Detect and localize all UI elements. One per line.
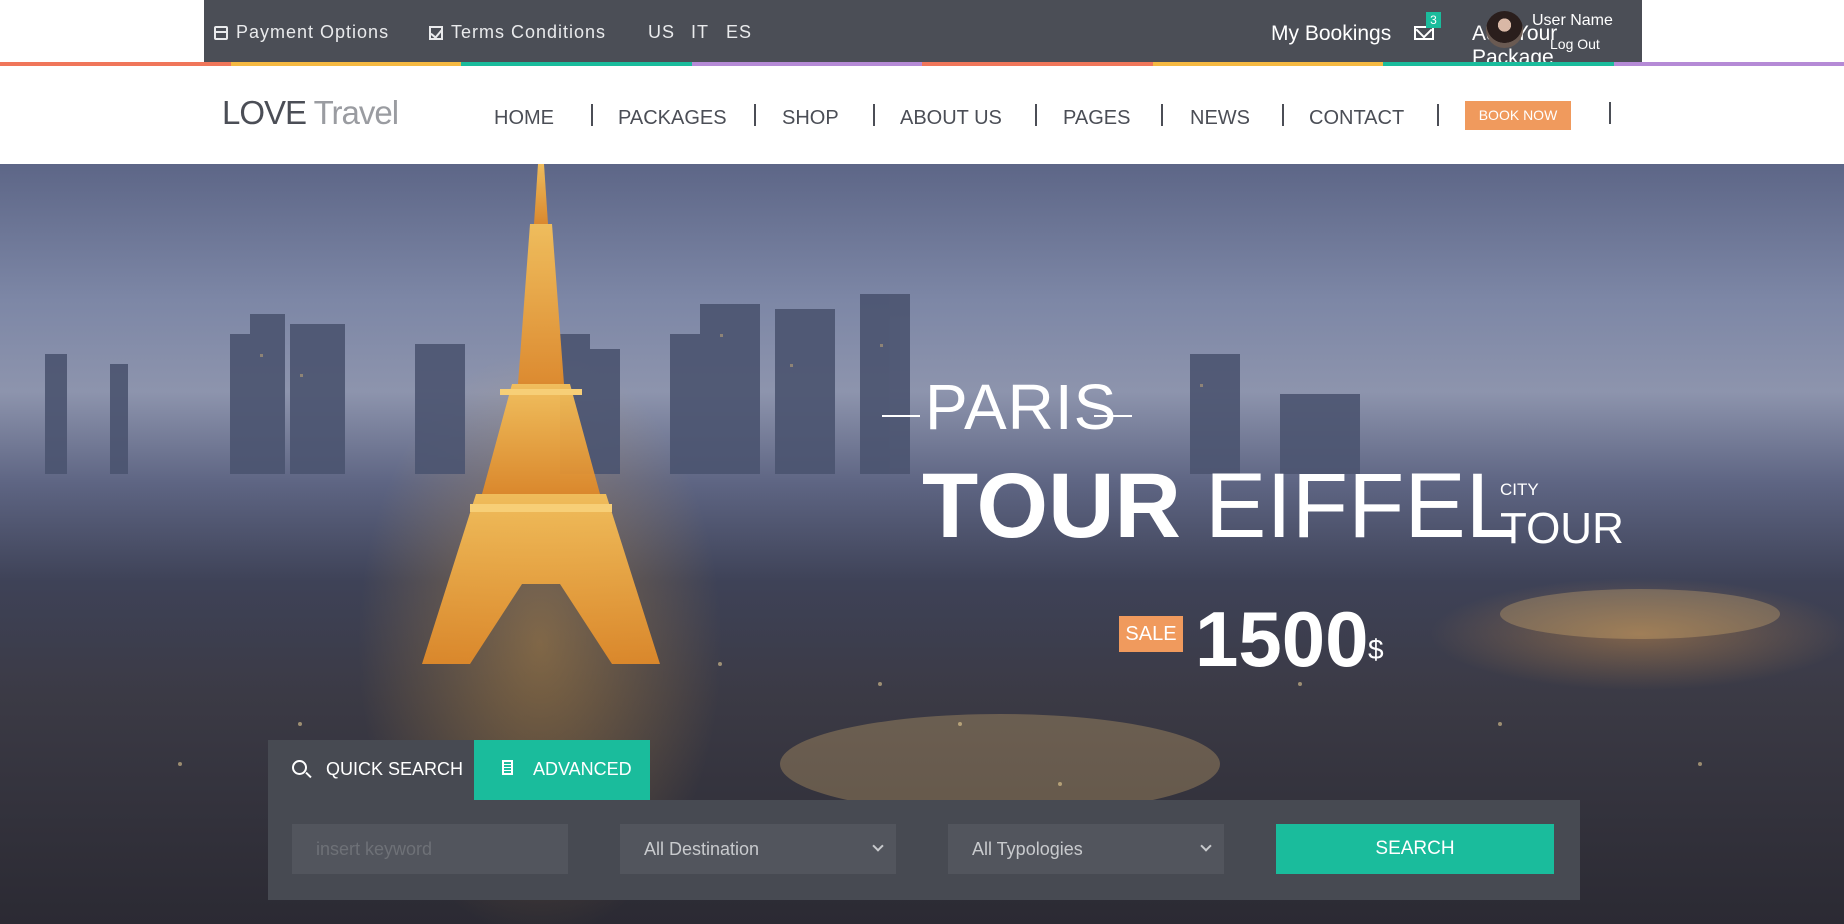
chevron-down-icon bbox=[1200, 840, 1212, 852]
tab-advanced-label: ADVANCED bbox=[533, 759, 632, 779]
nav-separator bbox=[1609, 102, 1611, 124]
hero-title-bold: TOUR bbox=[922, 455, 1181, 557]
destination-select[interactable]: All Destination bbox=[620, 824, 896, 874]
logo-part-love: LOVE bbox=[222, 94, 307, 131]
hero-subtitle-large: TOUR bbox=[1500, 504, 1624, 553]
language-es[interactable]: ES bbox=[726, 22, 752, 43]
nav-shop[interactable]: SHOP bbox=[782, 107, 839, 130]
mail-icon[interactable] bbox=[1414, 26, 1434, 40]
avatar[interactable] bbox=[1486, 11, 1523, 48]
document-icon bbox=[502, 760, 513, 775]
tab-advanced[interactable]: ADVANCED bbox=[474, 740, 650, 800]
nav-news[interactable]: NEWS bbox=[1190, 107, 1250, 130]
nav-home[interactable]: HOME bbox=[494, 107, 554, 130]
nav-separator bbox=[1437, 104, 1439, 126]
user-name: User Name bbox=[1532, 12, 1613, 29]
nav-separator bbox=[754, 104, 756, 126]
typology-select-value: All Typologies bbox=[972, 839, 1083, 859]
sale-badge: SALE bbox=[1119, 616, 1183, 652]
hero-title-light: EIFFEL bbox=[1205, 455, 1517, 557]
book-now-button[interactable]: BOOK NOW bbox=[1465, 101, 1571, 130]
keyword-input[interactable] bbox=[292, 824, 568, 874]
language-us[interactable]: US bbox=[648, 22, 675, 43]
nav-pages[interactable]: PAGES bbox=[1063, 107, 1130, 130]
price-value: 1500 bbox=[1195, 595, 1369, 683]
destination-select-value: All Destination bbox=[644, 839, 760, 859]
search-icon bbox=[292, 760, 307, 775]
logout-link[interactable]: Log Out bbox=[1550, 36, 1600, 52]
top-bar-inner: Payment Options Terms Conditions US IT E… bbox=[204, 0, 1642, 69]
language-it[interactable]: IT bbox=[691, 22, 709, 43]
tab-quick-search-label: QUICK SEARCH bbox=[326, 759, 464, 779]
nav-packages[interactable]: PACKAGES bbox=[618, 107, 727, 130]
top-bar: Payment Options Terms Conditions US IT E… bbox=[0, 0, 1844, 69]
hero-subtitle-small: CITY bbox=[1500, 480, 1539, 499]
search-panel: All Destination All Typologies SEARCH bbox=[268, 800, 1580, 900]
payment-options-label: Payment Options bbox=[236, 22, 390, 42]
hero-dash-right bbox=[1094, 415, 1132, 417]
nav-contact[interactable]: CONTACT bbox=[1309, 107, 1404, 130]
nav-separator bbox=[591, 104, 593, 126]
price-currency: $ bbox=[1368, 634, 1384, 665]
logo-part-travel: Travel bbox=[313, 94, 399, 131]
terms-conditions-link[interactable]: Terms Conditions bbox=[429, 22, 606, 43]
terms-conditions-label: Terms Conditions bbox=[451, 22, 607, 42]
credit-card-icon bbox=[214, 25, 228, 40]
nav-separator bbox=[1161, 104, 1163, 126]
nav-separator bbox=[1035, 104, 1037, 126]
nav-separator bbox=[873, 104, 875, 126]
payment-options-link[interactable]: Payment Options bbox=[214, 22, 389, 43]
chevron-down-icon bbox=[872, 840, 884, 852]
typology-select[interactable]: All Typologies bbox=[948, 824, 1224, 874]
mail-count-badge: 3 bbox=[1426, 12, 1441, 28]
tab-quick-search[interactable]: QUICK SEARCH bbox=[268, 740, 474, 800]
hero-dash-left bbox=[882, 415, 920, 417]
checkbox-icon bbox=[429, 25, 443, 40]
main-navbar: LOVE Travel HOME PACKAGES SHOP ABOUT US … bbox=[0, 66, 1844, 164]
nav-separator bbox=[1282, 104, 1284, 126]
nav-about-us[interactable]: ABOUT US bbox=[900, 107, 1002, 130]
search-button[interactable]: SEARCH bbox=[1276, 824, 1554, 874]
hero-city: PARIS bbox=[925, 371, 1118, 443]
my-bookings-link[interactable]: My Bookings bbox=[1271, 22, 1391, 46]
logo[interactable]: LOVE Travel bbox=[222, 94, 399, 132]
